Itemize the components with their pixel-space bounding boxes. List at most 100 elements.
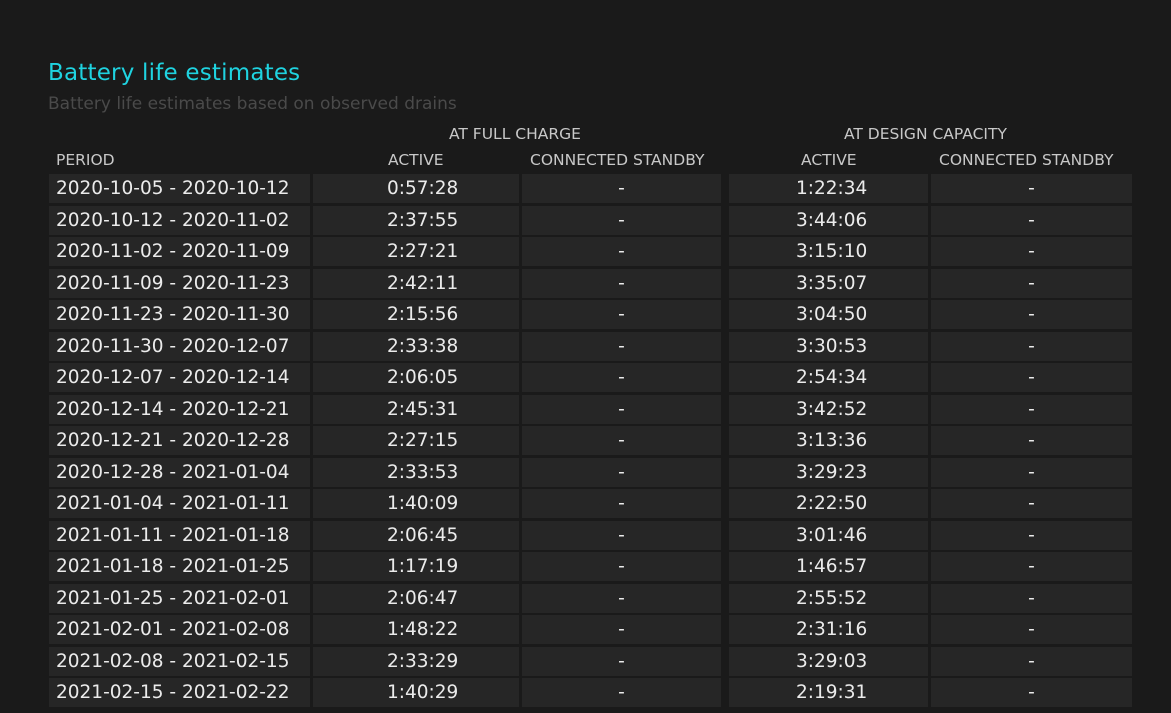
column-header-design-standby: CONNECTED STANDBY xyxy=(939,151,1114,169)
cell-full-active: 1:40:29 xyxy=(313,678,519,707)
cell-full-active: 2:06:45 xyxy=(313,520,519,550)
cell-design-active: 3:04:50 xyxy=(729,300,928,329)
cell-period: 2020-11-02 - 2020-11-09 xyxy=(49,237,310,266)
table-row: 2020-11-23 - 2020-11-30 2:15:56-3:04:50- xyxy=(49,300,1132,332)
cell-full-standby: - xyxy=(522,552,721,581)
cell-design-standby: - xyxy=(931,552,1132,581)
cell-full-active: 2:06:47 xyxy=(313,583,519,613)
table-row: 2021-02-01 - 2021-02-08 1:48:22-2:31:16- xyxy=(49,615,1132,647)
group-header-full-charge: AT FULL CHARGE xyxy=(449,125,581,143)
cell-design-active: 2:54:34 xyxy=(729,363,928,392)
cell-design-standby: - xyxy=(931,646,1132,676)
cell-full-standby: - xyxy=(522,615,721,644)
estimates-table-body: 2020-10-05 - 2020-10-12 0:57:28-1:22:34-2… xyxy=(49,174,1132,710)
cell-period: 2020-12-21 - 2020-12-28 xyxy=(49,426,310,455)
cell-design-active: 3:35:07 xyxy=(729,268,928,298)
table-row: 2020-11-02 - 2020-11-09 2:27:21-3:15:10- xyxy=(49,237,1132,269)
cell-full-standby: - xyxy=(522,394,721,424)
cell-period: 2021-01-25 - 2021-02-01 xyxy=(49,583,310,613)
section-title: Battery life estimates xyxy=(48,60,301,86)
cell-period: 2021-01-11 - 2021-01-18 xyxy=(49,520,310,550)
cell-design-standby: - xyxy=(931,426,1132,455)
cell-design-standby: - xyxy=(931,678,1132,707)
table-row: 2020-11-30 - 2020-12-07 2:33:38-3:30:53- xyxy=(49,331,1132,364)
cell-period: 2020-12-14 - 2020-12-21 xyxy=(49,394,310,424)
cell-full-standby: - xyxy=(522,678,721,707)
cell-period: 2021-02-01 - 2021-02-08 xyxy=(49,615,310,644)
cell-design-active: 2:31:16 xyxy=(729,615,928,644)
cell-full-standby: - xyxy=(522,237,721,266)
cell-design-standby: - xyxy=(931,615,1132,644)
cell-full-active: 2:15:56 xyxy=(313,300,519,329)
cell-design-active: 2:22:50 xyxy=(729,489,928,518)
cell-design-active: 3:29:23 xyxy=(729,457,928,487)
cell-full-active: 2:33:29 xyxy=(313,646,519,676)
cell-full-active: 2:45:31 xyxy=(313,394,519,424)
table-row: 2021-02-15 - 2021-02-22 1:40:29-2:19:31- xyxy=(49,678,1132,710)
cell-period: 2021-02-15 - 2021-02-22 xyxy=(49,678,310,707)
cell-design-standby: - xyxy=(931,205,1132,235)
table-row: 2021-01-25 - 2021-02-01 2:06:47-2:55:52- xyxy=(49,583,1132,616)
cell-period: 2021-01-04 - 2021-01-11 xyxy=(49,489,310,518)
cell-design-standby: - xyxy=(931,394,1132,424)
cell-design-standby: - xyxy=(931,237,1132,266)
table-row: 2020-12-28 - 2021-01-04 2:33:53-3:29:23- xyxy=(49,457,1132,490)
cell-full-active: 2:27:21 xyxy=(313,237,519,266)
cell-full-standby: - xyxy=(522,457,721,487)
cell-design-standby: - xyxy=(931,489,1132,518)
cell-design-standby: - xyxy=(931,583,1132,613)
cell-design-active: 2:55:52 xyxy=(729,583,928,613)
cell-period: 2020-12-28 - 2021-01-04 xyxy=(49,457,310,487)
cell-full-active: 1:40:09 xyxy=(313,489,519,518)
column-header-design-active: ACTIVE xyxy=(801,151,857,169)
cell-design-standby: - xyxy=(931,300,1132,329)
cell-full-standby: - xyxy=(522,583,721,613)
cell-design-active: 3:44:06 xyxy=(729,205,928,235)
table-row: 2020-10-05 - 2020-10-12 0:57:28-1:22:34- xyxy=(49,174,1132,206)
column-header-period: PERIOD xyxy=(56,151,115,169)
cell-full-active: 1:17:19 xyxy=(313,552,519,581)
cell-design-active: 3:13:36 xyxy=(729,426,928,455)
table-row: 2020-11-09 - 2020-11-23 2:42:11-3:35:07- xyxy=(49,268,1132,301)
group-header-design-capacity: AT DESIGN CAPACITY xyxy=(844,125,1007,143)
table-row: 2021-01-11 - 2021-01-18 2:06:45-3:01:46- xyxy=(49,520,1132,553)
cell-period: 2021-01-18 - 2021-01-25 xyxy=(49,552,310,581)
table-row: 2021-01-18 - 2021-01-25 1:17:19-1:46:57- xyxy=(49,552,1132,584)
cell-full-standby: - xyxy=(522,363,721,392)
cell-design-standby: - xyxy=(931,174,1132,203)
table-row: 2021-02-08 - 2021-02-15 2:33:29-3:29:03- xyxy=(49,646,1132,679)
cell-design-active: 1:22:34 xyxy=(729,174,928,203)
table-row: 2020-12-14 - 2020-12-21 2:45:31-3:42:52- xyxy=(49,394,1132,427)
cell-full-standby: - xyxy=(522,426,721,455)
cell-full-standby: - xyxy=(522,268,721,298)
cell-period: 2020-10-12 - 2020-11-02 xyxy=(49,205,310,235)
cell-design-standby: - xyxy=(931,331,1132,361)
cell-period: 2020-10-05 - 2020-10-12 xyxy=(49,174,310,203)
cell-design-standby: - xyxy=(931,520,1132,550)
cell-full-active: 2:06:05 xyxy=(313,363,519,392)
cell-full-standby: - xyxy=(522,646,721,676)
cell-full-active: 2:37:55 xyxy=(313,205,519,235)
cell-full-standby: - xyxy=(522,205,721,235)
cell-design-active: 3:15:10 xyxy=(729,237,928,266)
battery-report-page: Battery life estimates Battery life esti… xyxy=(0,0,1171,713)
cell-full-standby: - xyxy=(522,300,721,329)
cell-period: 2020-11-23 - 2020-11-30 xyxy=(49,300,310,329)
cell-design-active: 3:42:52 xyxy=(729,394,928,424)
cell-full-active: 0:57:28 xyxy=(313,174,519,203)
column-header-full-active: ACTIVE xyxy=(388,151,444,169)
cell-design-active: 1:46:57 xyxy=(729,552,928,581)
section-subtitle: Battery life estimates based on observed… xyxy=(48,94,457,114)
cell-design-standby: - xyxy=(931,457,1132,487)
table-row: 2020-10-12 - 2020-11-02 2:37:55-3:44:06- xyxy=(49,205,1132,238)
cell-full-standby: - xyxy=(522,520,721,550)
cell-period: 2020-11-30 - 2020-12-07 xyxy=(49,331,310,361)
table-row: 2020-12-21 - 2020-12-28 2:27:15-3:13:36- xyxy=(49,426,1132,458)
cell-period: 2020-12-07 - 2020-12-14 xyxy=(49,363,310,392)
cell-design-active: 3:29:03 xyxy=(729,646,928,676)
cell-full-active: 2:42:11 xyxy=(313,268,519,298)
cell-full-standby: - xyxy=(522,331,721,361)
cell-full-active: 1:48:22 xyxy=(313,615,519,644)
cell-period: 2021-02-08 - 2021-02-15 xyxy=(49,646,310,676)
cell-full-active: 2:33:53 xyxy=(313,457,519,487)
